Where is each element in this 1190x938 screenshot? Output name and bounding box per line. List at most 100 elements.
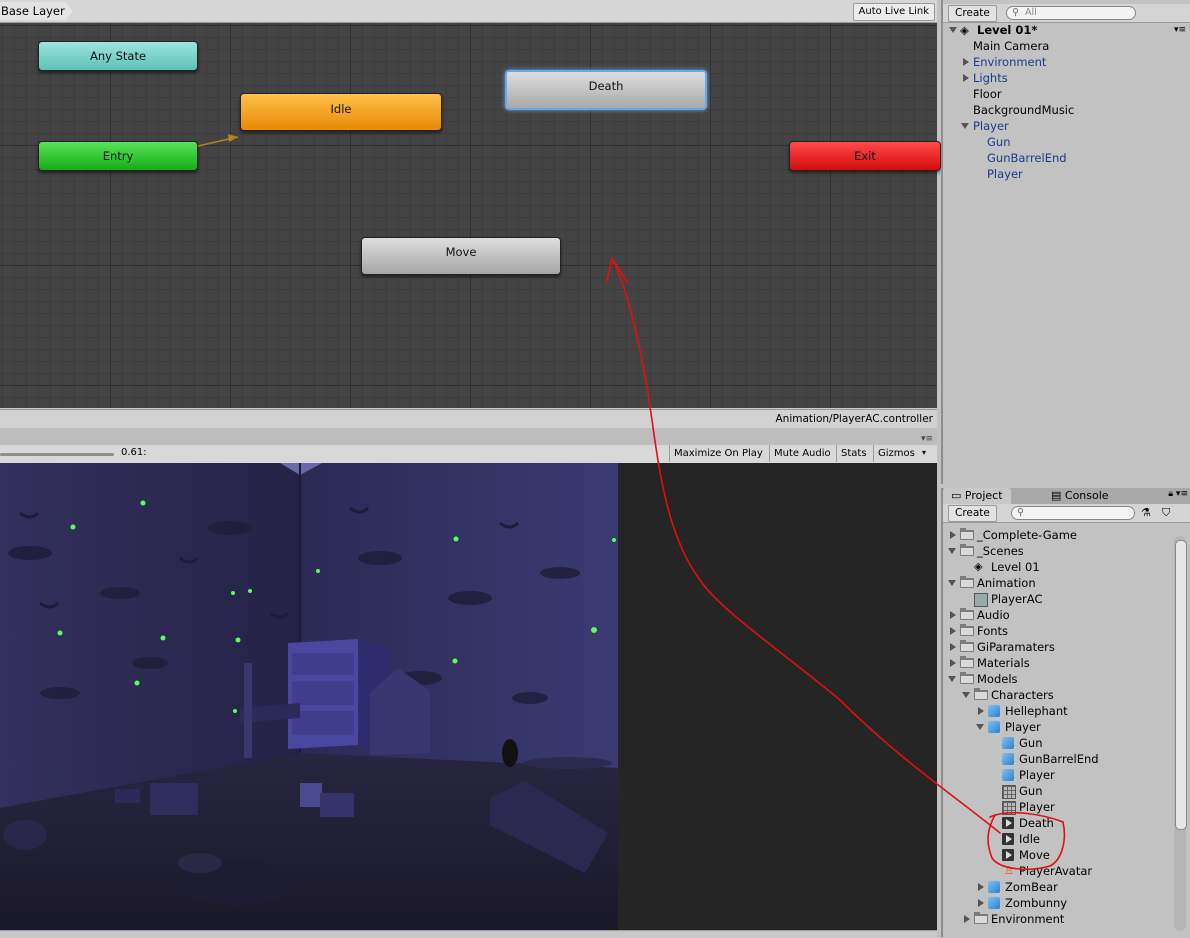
folder-icon bbox=[960, 544, 974, 556]
avatar-icon: ♙ bbox=[1004, 864, 1014, 877]
project-item[interactable]: Move bbox=[943, 847, 1173, 863]
project-item[interactable]: Gun bbox=[943, 783, 1173, 799]
project-item[interactable]: GunBarrelEnd bbox=[943, 751, 1173, 767]
tab-project[interactable]: ▭ Project bbox=[943, 488, 1011, 504]
hierarchy-item[interactable]: Gun bbox=[987, 134, 1011, 150]
hierarchy-item[interactable]: Main Camera bbox=[973, 38, 1049, 54]
game-view[interactable] bbox=[0, 463, 937, 930]
entry-to-idle-transition[interactable] bbox=[0, 23, 937, 408]
scale-slider[interactable] bbox=[0, 453, 114, 456]
hierarchy-search-input[interactable]: ⚲ All bbox=[1006, 6, 1136, 20]
hierarchy-item[interactable]: BackgroundMusic bbox=[973, 102, 1074, 118]
unity-scene-icon: ◈ bbox=[960, 23, 969, 37]
project-item[interactable]: Player bbox=[943, 799, 1173, 815]
scene-menu-icon[interactable]: ▾≡ bbox=[1174, 22, 1186, 38]
hierarchy-create-button[interactable]: Create bbox=[948, 5, 997, 22]
filter-by-type-icon[interactable]: ⚗ bbox=[1141, 506, 1151, 519]
scene-root[interactable]: ◈ Level 01* ▾≡ bbox=[945, 22, 1190, 38]
expand-arrow-icon[interactable] bbox=[963, 74, 969, 82]
panel-menu-icon[interactable]: ▾≡ bbox=[921, 434, 933, 444]
project-toolbar: Create ⚲ ⚗ ⛉ bbox=[943, 504, 1190, 523]
project-item[interactable]: Environment bbox=[943, 911, 1173, 927]
project-item[interactable]: Hellephant bbox=[943, 703, 1173, 719]
animation-clip-icon bbox=[1002, 817, 1014, 829]
hierarchy-panel: Create ⚲ All ◈ Level 01* ▾≡ Main Camera … bbox=[941, 0, 1190, 484]
folder-icon bbox=[960, 576, 974, 588]
project-item[interactable]: Zombunny bbox=[943, 895, 1173, 911]
stats-toggle[interactable]: Stats bbox=[836, 445, 871, 462]
mesh-icon bbox=[1002, 785, 1016, 799]
project-item[interactable]: Fonts bbox=[943, 623, 1173, 639]
model-icon bbox=[1002, 737, 1014, 749]
folder-icon bbox=[960, 672, 974, 684]
auto-live-link-button[interactable]: Auto Live Link bbox=[852, 3, 935, 21]
project-create-button[interactable]: Create bbox=[948, 505, 997, 522]
project-item[interactable]: PlayerAC bbox=[943, 591, 1173, 607]
folder-icon bbox=[960, 624, 974, 636]
hierarchy-item[interactable]: Floor bbox=[973, 86, 1002, 102]
project-search-input[interactable]: ⚲ bbox=[1011, 506, 1135, 520]
tab-console[interactable]: ▤ Console bbox=[1043, 488, 1117, 504]
project-item[interactable]: ♙ PlayerAvatar bbox=[943, 863, 1173, 879]
filter-by-label-icon[interactable]: ⛉ bbox=[1162, 506, 1170, 520]
search-placeholder: All bbox=[1025, 7, 1037, 18]
mesh-icon bbox=[1002, 801, 1016, 815]
project-item[interactable]: Player bbox=[943, 767, 1173, 783]
project-item[interactable]: _Scenes bbox=[943, 543, 1173, 559]
project-item[interactable]: Death bbox=[943, 815, 1173, 831]
project-item[interactable]: Player bbox=[943, 719, 1173, 735]
folder-icon bbox=[960, 656, 974, 668]
expand-arrow-icon[interactable] bbox=[963, 58, 969, 66]
model-icon bbox=[988, 881, 1000, 893]
hierarchy-item[interactable]: Lights bbox=[963, 70, 1008, 86]
project-item[interactable]: Models bbox=[943, 671, 1173, 687]
hierarchy-item[interactable]: Environment bbox=[963, 54, 1046, 70]
project-item[interactable]: Materials bbox=[943, 655, 1173, 671]
project-panel: ▭ Project ▤ Console 🔒︎ ▾≡ Create ⚲ ⚗ ⛉ _… bbox=[941, 488, 1190, 937]
hierarchy-toolbar: Create ⚲ All bbox=[943, 4, 1190, 23]
gizmos-dropdown[interactable]: Gizmos bbox=[873, 445, 919, 462]
chevron-down-icon[interactable]: ▾ bbox=[922, 448, 926, 457]
game-toolbar: 0.61: Maximize On Play Mute Audio Stats … bbox=[0, 445, 937, 464]
folder-icon bbox=[974, 912, 988, 924]
breadcrumb[interactable]: Base Layer bbox=[0, 2, 73, 20]
project-item[interactable]: Idle bbox=[943, 831, 1173, 847]
expand-arrow-icon[interactable] bbox=[961, 123, 969, 129]
search-icon: ⚲ bbox=[1017, 507, 1024, 518]
project-item[interactable]: Audio bbox=[943, 607, 1173, 623]
folder-icon bbox=[960, 528, 974, 540]
expand-arrow-icon[interactable] bbox=[949, 27, 957, 33]
folder-icon bbox=[960, 640, 974, 652]
project-item[interactable]: ZomBear bbox=[943, 879, 1173, 895]
scale-value: 0.61: bbox=[121, 447, 147, 458]
lock-icon[interactable]: 🔒︎ ▾≡ bbox=[1168, 489, 1188, 499]
hierarchy-item[interactable]: GunBarrelEnd bbox=[987, 150, 1067, 166]
animator-window: Base Layer Auto Live Link Any State Idle… bbox=[0, 0, 941, 429]
project-item[interactable]: GiParamaters bbox=[943, 639, 1173, 655]
unity-scene-icon: ◈ bbox=[974, 560, 983, 573]
animator-controller-icon bbox=[974, 593, 988, 607]
folder-icon bbox=[960, 608, 974, 620]
maximize-on-play-toggle[interactable]: Maximize On Play bbox=[669, 445, 767, 462]
animator-footer: Animation/PlayerAC.controller bbox=[0, 409, 937, 429]
hierarchy-item[interactable]: Player bbox=[961, 118, 1009, 134]
game-scene-render bbox=[0, 463, 618, 930]
project-item[interactable]: Gun bbox=[943, 735, 1173, 751]
hierarchy-item[interactable]: Player bbox=[987, 166, 1023, 182]
project-item[interactable]: Characters bbox=[943, 687, 1173, 703]
project-item[interactable]: _Complete-Game bbox=[943, 527, 1173, 543]
scene-name: Level 01* bbox=[977, 23, 1038, 37]
animation-clip-icon bbox=[1002, 833, 1014, 845]
project-scrollbar-thumb[interactable] bbox=[1175, 540, 1187, 830]
model-icon bbox=[1002, 769, 1014, 781]
model-icon bbox=[988, 705, 1000, 717]
project-item[interactable]: ◈ Level 01 bbox=[943, 559, 1173, 575]
animator-header: Base Layer Auto Live Link bbox=[0, 0, 937, 23]
project-item[interactable]: Animation bbox=[943, 575, 1173, 591]
state-machine-graph[interactable]: Any State Idle Death Entry Exit Move bbox=[0, 23, 941, 408]
project-tab-bar: ▭ Project ▤ Console 🔒︎ ▾≡ bbox=[943, 488, 1190, 504]
mute-audio-toggle[interactable]: Mute Audio bbox=[769, 445, 835, 462]
game-tab-strip: ▾≡ bbox=[0, 428, 937, 445]
controller-path: Animation/PlayerAC.controller bbox=[775, 413, 934, 425]
folder-icon: ▭ bbox=[951, 489, 965, 502]
